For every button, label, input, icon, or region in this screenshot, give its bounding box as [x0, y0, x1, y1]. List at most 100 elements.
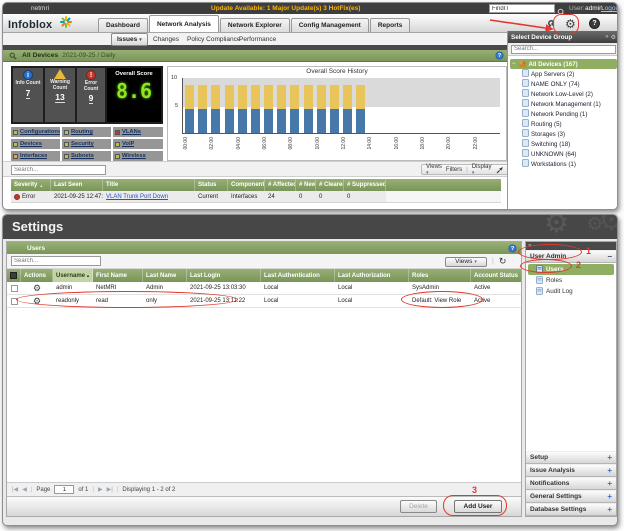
error-count-tile[interactable]: ! Error Count 9 — [77, 68, 105, 122]
info-count-value[interactable]: 7 — [25, 88, 31, 99]
issues-search-input[interactable] — [11, 165, 106, 175]
tree-root-all-devices[interactable]: − All Devices (167) — [510, 59, 617, 69]
sidebar-section-database-settings[interactable]: Database Settings + — [526, 503, 616, 516]
col-last-authentication[interactable]: Last Authentication — [261, 269, 335, 282]
col-severity[interactable]: Severity ▲ — [11, 179, 51, 191]
views-menu[interactable]: Views ▾ — [426, 164, 442, 176]
subtab-changes[interactable]: Changes — [153, 36, 179, 43]
row-checkbox[interactable] — [10, 297, 18, 305]
users-search-input[interactable] — [11, 256, 101, 266]
sidebar-collapse-bar[interactable]: » — [526, 242, 616, 250]
warning-count-value[interactable]: 13 — [55, 92, 65, 103]
info-count-tile[interactable]: i Info Count 7 — [13, 68, 43, 122]
row-actions-gear-icon[interactable]: ⚙ — [33, 296, 41, 306]
col-new[interactable]: # New — [296, 179, 316, 191]
users-views-button[interactable]: Views ▾ — [445, 256, 487, 267]
category-wireless[interactable]: Wireless — [113, 151, 163, 161]
subtab-issues[interactable]: Issues ▾ — [111, 33, 148, 46]
tab-config-management[interactable]: Config Management — [290, 18, 369, 32]
device-group-network-low-level[interactable]: Network Low-Level (2) — [510, 89, 617, 99]
col-last-seen[interactable]: Last Seen — [51, 179, 103, 191]
col-affected[interactable]: # Affected — [265, 179, 296, 191]
sidebar-section-general-settings[interactable]: General Settings + — [526, 490, 616, 503]
device-group-app-servers[interactable]: App Servers (2) — [510, 69, 617, 79]
pin-icon[interactable] — [496, 166, 504, 174]
settings-gear-icon[interactable]: ⚙ — [565, 18, 576, 30]
issue-row[interactable]: Error 2021-09-25 12:47:27 VLAN Trunk Por… — [11, 191, 501, 203]
category-vlans[interactable]: VLANs — [113, 127, 163, 137]
category-configurations[interactable]: Configurations — [11, 127, 60, 137]
category-voip[interactable]: VoIP — [113, 139, 163, 149]
user-row-readonly[interactable]: ⚙ readonly read only 2021-09-25 13:11:22… — [7, 295, 521, 308]
tab-network-analysis[interactable]: Network Analysis — [148, 15, 219, 32]
col-status[interactable]: Status — [195, 179, 228, 191]
panel-gear-icon[interactable]: ⚙ — [611, 34, 616, 41]
col-account-status[interactable]: Account Status — [471, 269, 521, 282]
help-icon[interactable]: ? — [589, 18, 600, 29]
page-input[interactable] — [54, 485, 75, 494]
device-group-storages[interactable]: Storages (3) — [510, 129, 617, 139]
subtab-performance[interactable]: Performance — [239, 36, 276, 43]
cell-title[interactable]: VLAN Trunk Port Down — [103, 191, 195, 202]
scope-help-icon[interactable]: ? — [495, 51, 504, 60]
sidebar-section-user-admin[interactable]: User Admin − — [526, 250, 616, 263]
tab-dashboard[interactable]: Dashboard — [98, 18, 148, 32]
tab-network-explorer[interactable]: Network Explorer — [219, 18, 290, 32]
select-all-checkbox[interactable] — [10, 272, 17, 279]
col-last-authorization[interactable]: Last Authorization — [335, 269, 409, 282]
prev-page-icon[interactable]: ◀ — [22, 486, 27, 493]
category-devices[interactable]: Devices — [11, 139, 60, 149]
first-page-icon[interactable]: |◀ — [12, 486, 18, 493]
category-interfaces[interactable]: Interfaces — [11, 151, 60, 161]
warning-count-tile[interactable]: Warning Count 13 — [45, 68, 75, 122]
device-group-unknown[interactable]: UNKNOWN (64) — [510, 149, 617, 159]
device-group-searchbar — [508, 43, 617, 56]
device-group-routing[interactable]: Routing (5) — [510, 119, 617, 129]
col-last-login[interactable]: Last Login — [187, 269, 261, 282]
display-menu[interactable]: Display ▾ — [472, 164, 492, 176]
error-count-value[interactable]: 9 — [88, 93, 94, 104]
user-row-admin[interactable]: ⚙ admin NetMRI Admin 2021-09-25 13:03:30… — [7, 282, 521, 295]
users-help-icon[interactable]: ? — [508, 243, 517, 253]
last-page-icon[interactable]: ▶| — [107, 486, 113, 493]
col-title[interactable]: Title — [103, 179, 195, 191]
logout-link[interactable]: Logout — [601, 5, 617, 12]
col-roles[interactable]: Roles — [409, 269, 471, 282]
row-actions-gear-icon[interactable]: ⚙ — [33, 283, 41, 293]
device-group-switching[interactable]: Switching (18) — [510, 139, 617, 149]
col-select-all[interactable] — [7, 269, 21, 282]
scope-search-icon[interactable] — [9, 52, 17, 60]
col-actions[interactable]: Actions — [21, 269, 53, 282]
row-checkbox[interactable] — [10, 284, 18, 292]
col-username[interactable]: Username ▲ — [53, 269, 93, 282]
sidebar-item-users[interactable]: Users — [528, 264, 614, 275]
category-security[interactable]: Security — [62, 139, 111, 149]
filters-menu[interactable]: Filters — [446, 167, 462, 173]
next-page-icon[interactable]: ▶ — [98, 486, 103, 493]
add-user-button[interactable]: Add User — [454, 500, 502, 513]
device-group-name-only[interactable]: NAME ONLY (74) — [510, 79, 617, 89]
device-group-workstations[interactable]: Workstations (1) — [510, 159, 617, 169]
category-routing[interactable]: Routing — [62, 127, 111, 137]
device-group-network-management[interactable]: Network Management (1) — [510, 99, 617, 109]
category-subnets[interactable]: Subnets — [62, 151, 111, 161]
col-cleared[interactable]: # Cleared — [316, 179, 344, 191]
collapse-icon[interactable]: − — [512, 61, 516, 67]
col-suppressed[interactable]: # Suppressed — [344, 179, 386, 191]
device-group-search-input[interactable] — [511, 44, 616, 54]
sidebar-section-issue-analysis[interactable]: Issue Analysis + — [526, 464, 616, 477]
col-component[interactable]: Component — [228, 179, 265, 191]
findit-input[interactable] — [489, 4, 555, 13]
users-refresh-icon[interactable]: ↻ — [499, 256, 507, 267]
delete-button[interactable]: Delete — [400, 500, 437, 513]
col-last-name[interactable]: Last Name — [143, 269, 187, 282]
sidebar-section-setup[interactable]: Setup + — [526, 451, 616, 464]
tab-reports[interactable]: Reports — [369, 18, 411, 32]
device-group-network-pending[interactable]: Network Pending (1) — [510, 109, 617, 119]
panel-collapse-icon[interactable]: » — [605, 34, 608, 40]
sidebar-section-notifications[interactable]: Notifications + — [526, 477, 616, 490]
subtab-policy-compliance[interactable]: Policy Compliance — [187, 36, 240, 43]
col-first-name[interactable]: First Name — [93, 269, 143, 282]
sidebar-item-audit-log[interactable]: Audit Log — [528, 286, 614, 297]
sidebar-item-roles[interactable]: Roles — [528, 275, 614, 286]
